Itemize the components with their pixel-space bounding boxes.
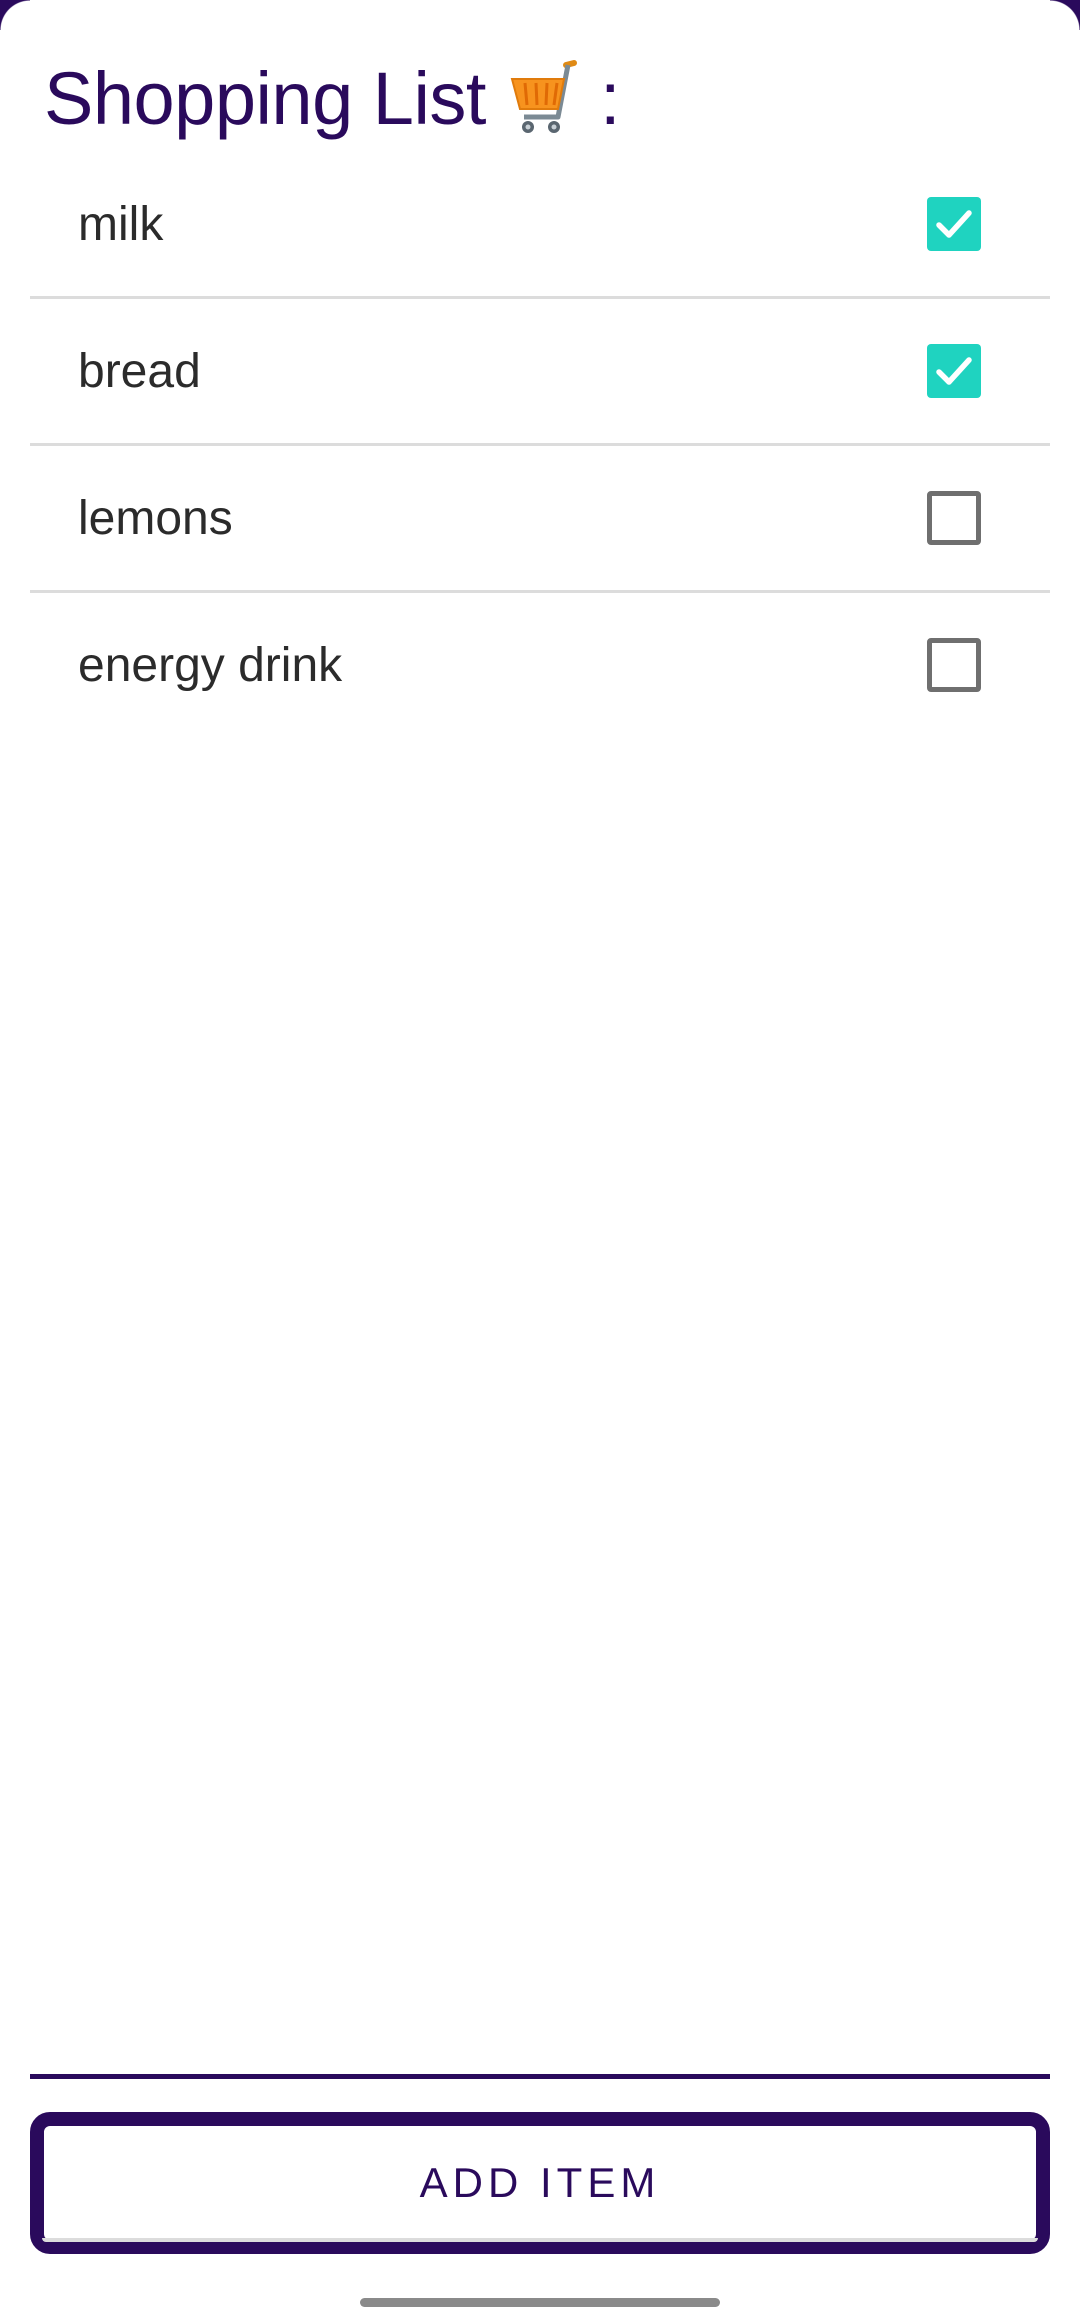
shopping-cart-icon [506,57,588,139]
shopping-list: milk bread lemons energy drink [30,152,1050,737]
list-item-label: bread [78,344,201,398]
window-corner-right [1050,0,1080,30]
list-item[interactable]: milk [30,152,1050,299]
page-title-suffix: : [599,56,621,140]
checkbox-checked[interactable] [927,197,981,251]
page-title: Shopping List : [44,50,621,146]
list-item-label: lemons [78,491,233,545]
checkbox-unchecked[interactable] [927,638,981,692]
page-title-text: Shopping List [44,56,486,140]
checkbox-checked[interactable] [927,344,981,398]
window-corner-left [0,0,30,30]
checkmark-icon [936,357,972,385]
list-item-label: milk [78,197,164,251]
divider [30,2074,1050,2079]
list-item[interactable]: lemons [30,446,1050,593]
add-item-button[interactable]: ADD ITEM [30,2112,1050,2254]
checkbox-unchecked[interactable] [927,491,981,545]
checkmark-icon [936,210,972,238]
list-item[interactable]: energy drink [30,593,1050,737]
home-indicator[interactable] [360,2298,720,2307]
list-item-label: energy drink [78,638,343,692]
list-item[interactable]: bread [30,299,1050,446]
app-screen: Shopping List : milk bread lemons energy dr… [0,0,1080,2315]
